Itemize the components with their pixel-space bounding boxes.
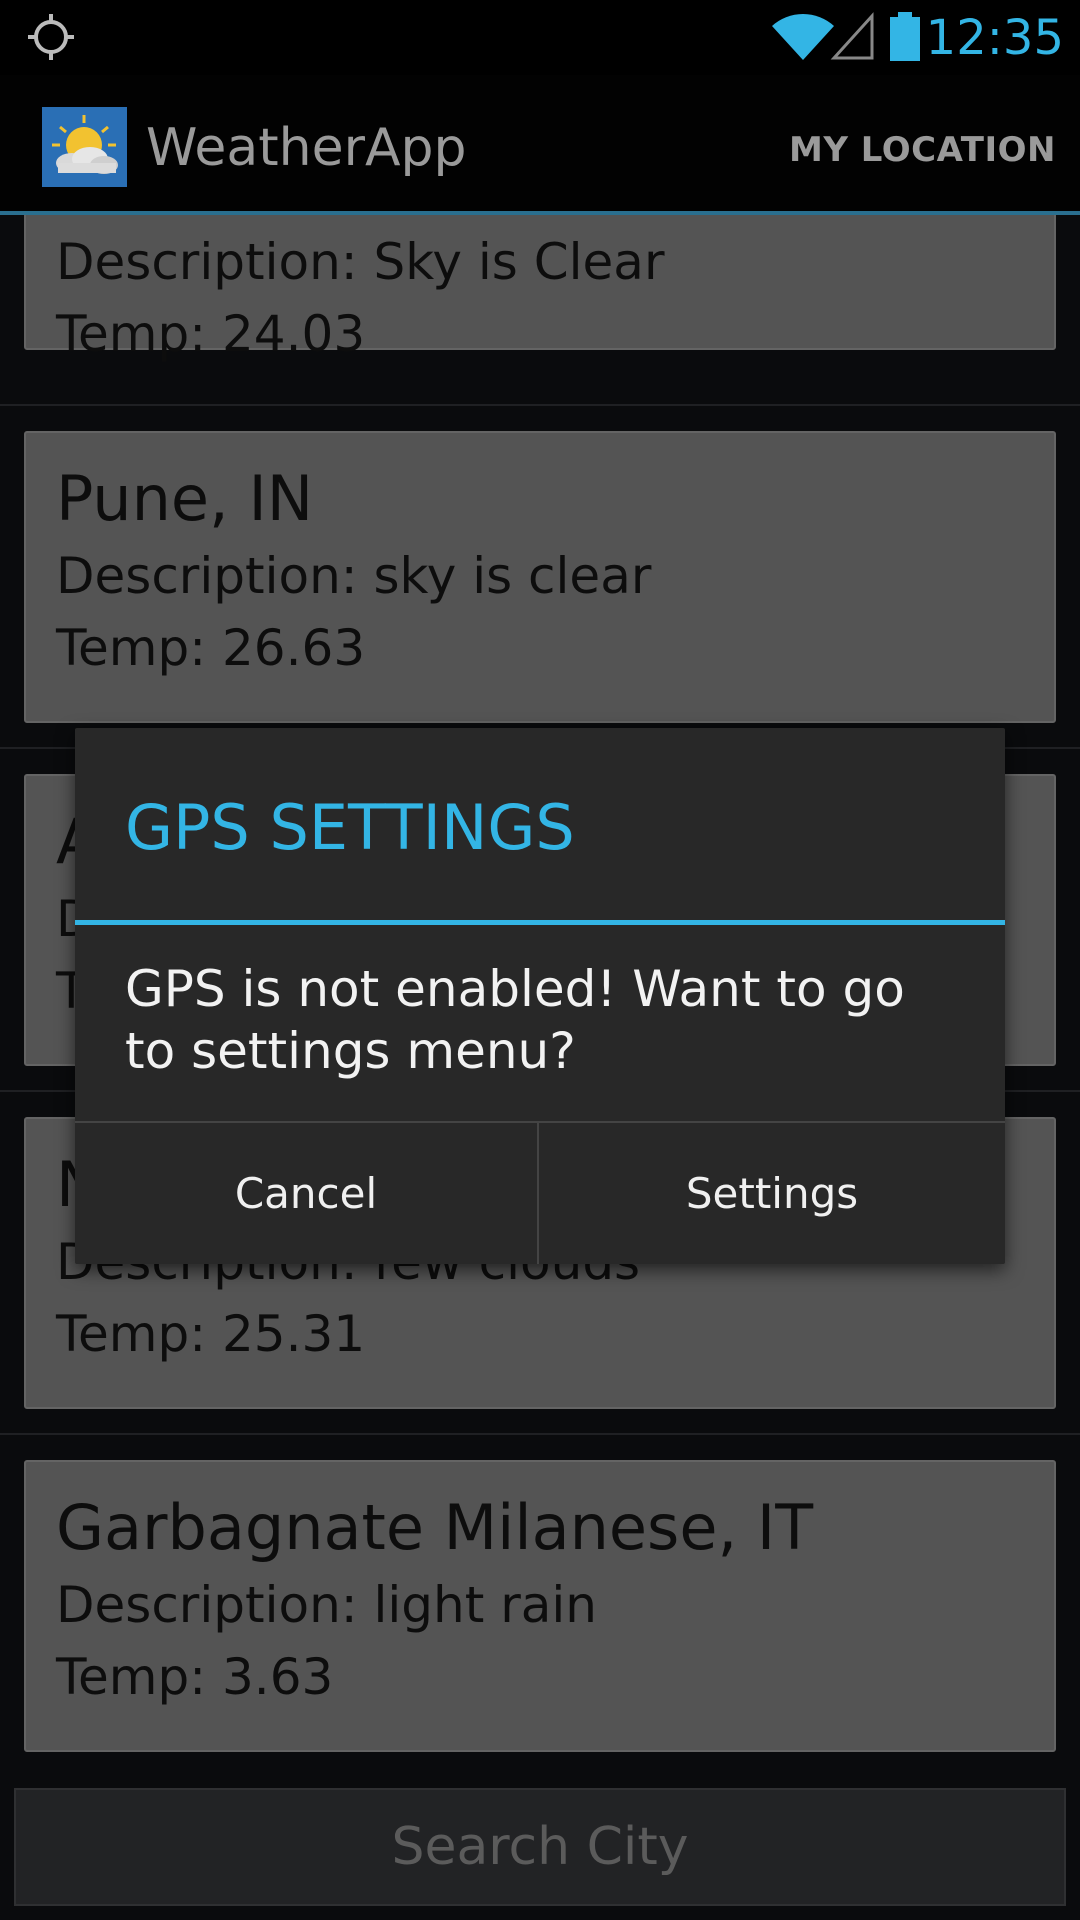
cancel-button[interactable]: Cancel xyxy=(75,1123,537,1264)
dialog-message: GPS is not enabled! Want to go to settin… xyxy=(125,960,905,1080)
gps-icon xyxy=(28,14,74,60)
status-bar: 12:35 xyxy=(0,0,1080,75)
signal-icon xyxy=(830,12,874,60)
clock: 12:35 xyxy=(925,10,1064,66)
dialog-title-divider xyxy=(75,920,1005,925)
my-location-button[interactable]: MY LOCATION xyxy=(789,125,1056,175)
settings-button[interactable]: Settings xyxy=(539,1123,1005,1264)
wifi-icon xyxy=(772,13,834,60)
battery-icon xyxy=(890,12,920,61)
weather-logo-icon xyxy=(42,107,127,187)
gps-settings-dialog: GPS SETTINGS GPS is not enabled! Want to… xyxy=(75,728,1005,1264)
dialog-title: GPS SETTINGS xyxy=(125,791,575,864)
app-title: WeatherApp xyxy=(146,118,467,178)
action-bar: WeatherApp MY LOCATION xyxy=(0,75,1080,215)
dialog-button-bar: Cancel Settings xyxy=(75,1121,1005,1264)
